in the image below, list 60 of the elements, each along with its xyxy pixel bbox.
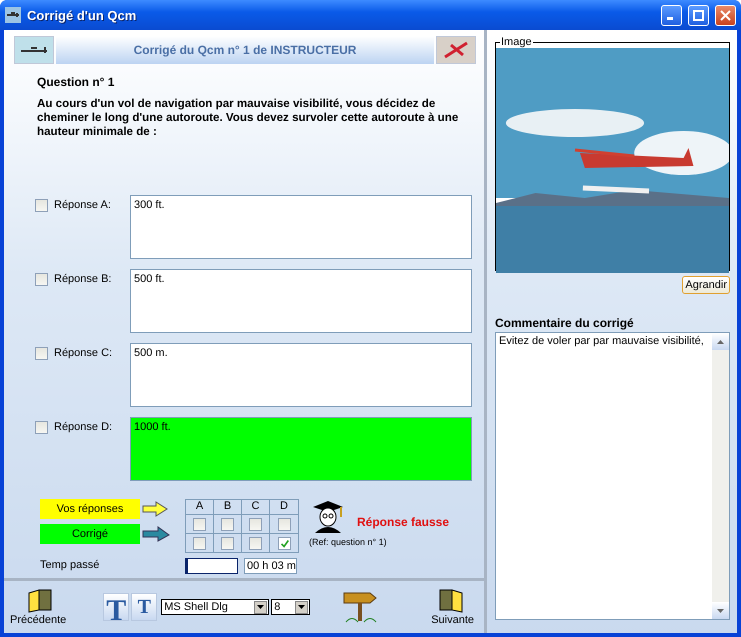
previous-button[interactable]: Précédente [10,588,66,626]
correction-label: Corrigé [40,524,140,544]
correction-checkbox[interactable] [193,536,206,550]
caret-icon [298,605,306,609]
column-header: A [186,500,214,514]
window-title: Corrigé d'un Qcm [27,8,138,22]
correction-checkbox[interactable] [249,536,262,550]
minimize-button[interactable] [661,4,682,26]
caret-icon [257,605,264,609]
maximize-icon [693,10,704,20]
reference-text: (Ref: question n° 1) [309,537,388,547]
column-header: C [242,500,270,514]
font-size-dropdown[interactable]: 8 [271,599,310,615]
large-font-button[interactable]: T [103,593,130,621]
plane-icon [5,7,21,23]
arrow-icon [142,501,168,517]
correction-checkbox[interactable] [278,536,290,550]
comment-field[interactable]: Evitez de voler par par mauvaise visibilité, [495,332,730,620]
scroll-up-icon [717,340,724,344]
comment-label: Commentaire du corrigé [495,316,635,330]
font-dropdown[interactable]: MS Shell Dlg [161,599,270,615]
answer-label: Réponse A: [54,199,112,211]
column-header: B [214,500,242,514]
minimize-icon [667,17,673,20]
your-answers-label: Vos réponses [40,499,140,519]
result-text: Réponse fausse [357,515,450,529]
arrow-icon [142,526,170,542]
answer-checkbox[interactable] [35,273,48,286]
scrollbar[interactable] [712,333,729,619]
answer-label: Réponse B: [54,273,112,285]
answer-text-field[interactable]: 500 ft. [130,269,472,333]
answer-text-field[interactable]: 500 m. [130,343,472,407]
image-group-label: Image [500,36,533,48]
scroll-down-icon [717,608,724,612]
enlarge-button[interactable]: Agrandir [682,276,730,294]
time-progress-bar [185,558,238,574]
answer-label: Réponse C: [54,347,114,359]
correction-checkbox[interactable] [221,536,234,550]
answer-checkbox[interactable] [193,518,206,530]
time-field: 00 h 03 m [244,558,297,574]
answer-checkbox[interactable] [35,347,48,360]
signpost-icon[interactable] [342,591,378,623]
close-button[interactable] [715,4,736,26]
answer-label: Réponse D: [54,421,114,433]
question-text: Au cours d'un vol de navigation par mauvaise visibilité, vous décidez de cheminer le long d'une autoroute. Vous devez survoler cette autoroute à une hauteur minimale de : [37,97,460,139]
time-label: Temp passé [40,559,100,571]
answer-checkbox[interactable] [221,518,234,530]
question-number: Question n° 1 [37,75,116,89]
answer-text-field[interactable]: 300 ft. [130,195,472,259]
answer-checkbox[interactable] [35,421,48,434]
small-font-button[interactable]: T [131,593,158,621]
maximize-button[interactable] [688,4,709,26]
next-button[interactable]: Suivante [431,588,474,626]
banner-title: Corrigé du Qcm n° 1 de INSTRUCTEUR [56,36,434,64]
answer-text-field[interactable]: 1000 ft. [130,417,472,481]
close-icon [720,10,731,20]
answer-checkbox[interactable] [249,518,262,530]
answer-checkbox[interactable] [278,518,290,530]
column-header: D [279,500,289,514]
answer-checkbox[interactable] [35,199,48,212]
